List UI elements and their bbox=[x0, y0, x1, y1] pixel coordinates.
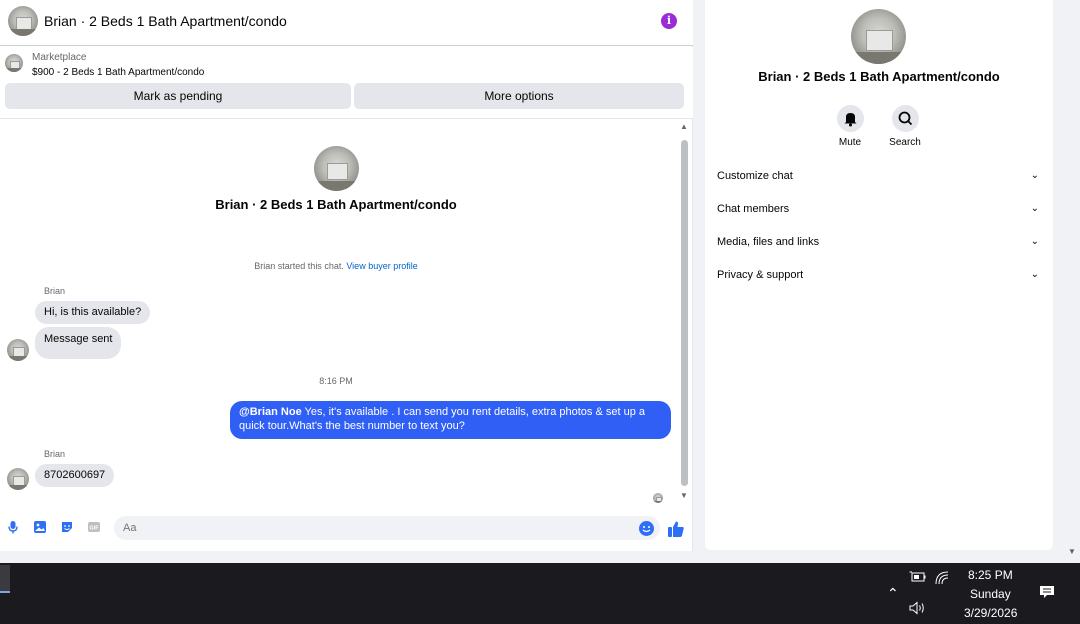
search-action[interactable]: Search bbox=[885, 105, 925, 148]
section-label: Chat members bbox=[717, 203, 790, 215]
section-label: Privacy & support bbox=[717, 269, 804, 281]
notifications-icon[interactable] bbox=[1039, 585, 1055, 599]
search-icon[interactable] bbox=[891, 105, 919, 132]
chevron-down-icon: ⌄ bbox=[1030, 203, 1039, 214]
marketplace-label: Marketplace bbox=[32, 52, 87, 63]
chat-title[interactable]: Brian · 2 Beds 1 Bath Apartment/condo bbox=[44, 13, 287, 29]
incoming-message[interactable]: 8702600697 bbox=[35, 464, 115, 487]
scroll-down-arrow[interactable]: ▼ bbox=[679, 492, 689, 500]
conversation-details-panel: Brian · 2 Beds 1 Bath Apartment/condo Mu… bbox=[705, 0, 1053, 550]
timestamp: 8:16 PM bbox=[319, 376, 353, 386]
chat-members-section[interactable]: Chat members ⌄ bbox=[717, 203, 1039, 223]
mute-label: Mute bbox=[838, 137, 862, 148]
started-text: Brian started this chat. bbox=[254, 261, 344, 271]
sender-avatar[interactable] bbox=[7, 468, 29, 490]
outgoing-message[interactable]: @Brian Noe Yes, it's available . I can s… bbox=[230, 401, 671, 439]
gif-icon[interactable]: GIF bbox=[87, 520, 101, 534]
message-input[interactable] bbox=[114, 516, 660, 540]
sender-avatar[interactable] bbox=[7, 339, 29, 361]
view-buyer-profile-link[interactable]: View buyer profile bbox=[346, 261, 417, 271]
customize-chat-section[interactable]: Customize chat ⌄ bbox=[717, 170, 1039, 190]
incoming-message[interactable]: Hi, is this available? bbox=[35, 301, 151, 324]
scrollbar-thumb[interactable] bbox=[681, 140, 688, 486]
clock-time[interactable]: 8:25 PM bbox=[968, 568, 1013, 582]
microphone-icon[interactable] bbox=[6, 520, 20, 534]
battery-icon[interactable] bbox=[909, 571, 926, 583]
svg-text:GIF: GIF bbox=[89, 526, 99, 532]
scroll-up-arrow[interactable]: ▲ bbox=[679, 123, 689, 131]
media-files-links-section[interactable]: Media, files and links ⌄ bbox=[717, 236, 1039, 256]
section-label: Media, files and links bbox=[717, 236, 820, 248]
section-label: Customize chat bbox=[717, 170, 793, 182]
clock-date[interactable]: 3/29/2026 bbox=[964, 606, 1017, 620]
volume-icon[interactable] bbox=[909, 601, 927, 615]
taskbar-app-button[interactable] bbox=[0, 565, 10, 593]
details-avatar[interactable] bbox=[851, 9, 906, 64]
emoji-icon[interactable] bbox=[639, 521, 654, 536]
chat-panel: Brian · 2 Beds 1 Bath Apartment/condo i … bbox=[0, 0, 693, 551]
privacy-support-section[interactable]: Privacy & support ⌄ bbox=[717, 269, 1039, 289]
sender-name: Brian bbox=[44, 286, 66, 296]
page-scroll-down-arrow[interactable]: ▼ bbox=[1066, 547, 1078, 557]
windows-taskbar: ⌃ 8:25 PM Sunday 3/29/2026 bbox=[0, 563, 1080, 624]
conversation-avatar bbox=[314, 146, 359, 191]
chevron-down-icon: ⌄ bbox=[1030, 236, 1039, 247]
info-icon[interactable]: i bbox=[661, 13, 677, 29]
clock-day[interactable]: Sunday bbox=[970, 587, 1011, 601]
marketplace-bar: Marketplace $900 - 2 Beds 1 Bath Apartme… bbox=[0, 47, 693, 119]
image-icon[interactable] bbox=[33, 520, 47, 534]
chat-started-notice: Brian started this chat. View buyer prof… bbox=[0, 261, 672, 271]
seen-indicator bbox=[653, 493, 663, 503]
chevron-down-icon: ⌄ bbox=[1030, 170, 1039, 181]
chat-header: Brian · 2 Beds 1 Bath Apartment/condo i bbox=[0, 0, 693, 46]
message-composer: GIF bbox=[0, 512, 693, 546]
sticker-icon[interactable] bbox=[60, 520, 74, 534]
bell-icon[interactable] bbox=[836, 105, 864, 132]
show-hidden-icons-chevron-icon[interactable]: ⌃ bbox=[887, 585, 899, 602]
conversation-title: Brian · 2 Beds 1 Bath Apartment/condo bbox=[215, 197, 457, 212]
more-options-button[interactable]: More options bbox=[354, 83, 684, 109]
incoming-message[interactable]: Message sent bbox=[35, 327, 122, 359]
details-title: Brian · 2 Beds 1 Bath Apartment/condo bbox=[758, 69, 1000, 84]
search-label: Search bbox=[889, 137, 921, 148]
sender-name: Brian bbox=[44, 449, 66, 459]
chevron-down-icon: ⌄ bbox=[1030, 269, 1039, 280]
mark-as-pending-button[interactable]: Mark as pending bbox=[5, 83, 351, 109]
mute-action[interactable]: Mute bbox=[830, 105, 870, 148]
listing-price-title[interactable]: $900 - 2 Beds 1 Bath Apartment/condo bbox=[32, 67, 204, 78]
header-avatar[interactable] bbox=[8, 6, 38, 36]
wifi-icon[interactable] bbox=[935, 571, 950, 585]
mention[interactable]: @Brian Noe bbox=[239, 406, 302, 418]
listing-thumbnail[interactable] bbox=[5, 54, 23, 72]
like-icon[interactable] bbox=[667, 520, 685, 538]
